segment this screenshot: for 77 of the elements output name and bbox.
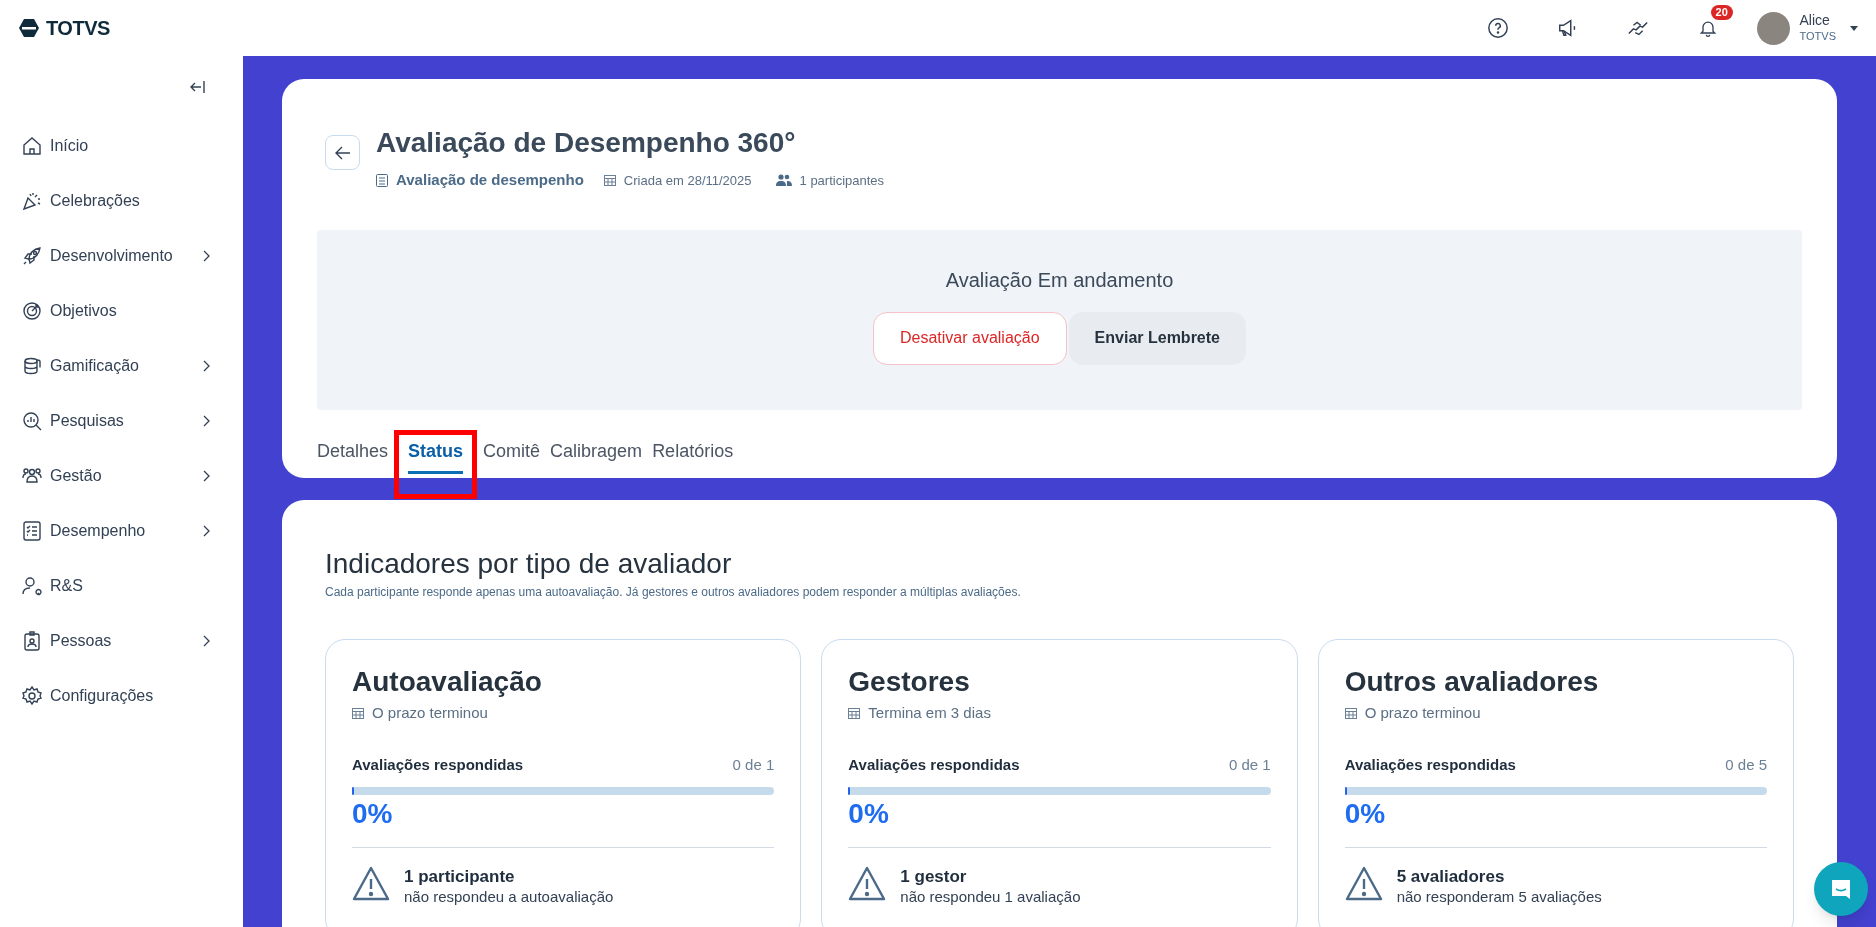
checklist-icon bbox=[22, 520, 42, 541]
deadline-text: Termina em 3 dias bbox=[868, 702, 991, 723]
progress-count: 0 de 1 bbox=[732, 755, 775, 775]
warning-title: 5 avaliadores bbox=[1396, 865, 1506, 888]
tab[interactable]: Calibragem bbox=[550, 437, 643, 474]
section-title: Indicadores por tipo de avaliador bbox=[325, 546, 733, 581]
progress-label: Avaliações respondidas bbox=[1344, 755, 1516, 775]
notification-count: 20 bbox=[1710, 5, 1733, 20]
sidebar-item[interactable]: Pesquisas bbox=[0, 393, 243, 448]
coin-stack-icon bbox=[22, 355, 42, 376]
status-title: Avaliação Em andamento bbox=[945, 267, 1174, 293]
user-search-icon bbox=[22, 575, 42, 596]
warning-text: não respondeu a autoavaliação bbox=[404, 887, 614, 906]
user-avatar[interactable] bbox=[1756, 11, 1790, 45]
warning-text: não respondeu 1 avaliação bbox=[900, 887, 1081, 906]
user-name: Alice bbox=[1799, 12, 1831, 30]
id-badge-icon bbox=[22, 630, 42, 651]
tab[interactable]: Comitê bbox=[483, 437, 541, 474]
progress-percent: 0% bbox=[1344, 796, 1387, 831]
evaluation-type: Avaliação de desempenho bbox=[396, 170, 584, 190]
warning-icon bbox=[848, 865, 887, 901]
arrow-left-icon bbox=[334, 145, 351, 160]
sidebar-item[interactable]: Configurações bbox=[0, 668, 243, 723]
tab[interactable]: Status bbox=[408, 437, 464, 474]
reminder-button[interactable]: Enviar Lembrete bbox=[1068, 311, 1246, 365]
back-button[interactable] bbox=[325, 135, 360, 170]
logo-icon bbox=[18, 17, 40, 39]
progress-label: Avaliações respondidas bbox=[352, 755, 524, 775]
progress-percent: 0% bbox=[352, 796, 394, 831]
warning-text: não responderam 5 avaliações bbox=[1396, 887, 1602, 906]
sidebar-item[interactable]: Gamificação bbox=[0, 338, 243, 393]
sidebar-item[interactable]: Objetivos bbox=[0, 283, 243, 338]
deadline-text: O prazo terminou bbox=[372, 702, 488, 723]
calendar-icon bbox=[603, 174, 616, 187]
progress-percent: 0% bbox=[848, 796, 890, 831]
sidebar-item[interactable]: Desempenho bbox=[0, 503, 243, 558]
people-icon bbox=[22, 465, 42, 486]
sidebar-item[interactable]: Pessoas bbox=[0, 613, 243, 668]
people-icon bbox=[775, 174, 792, 187]
rocket-icon bbox=[22, 245, 42, 266]
chat-icon bbox=[1829, 877, 1853, 901]
progress-label: Avaliações respondidas bbox=[848, 755, 1020, 775]
deactivate-button[interactable]: Desativar avaliação bbox=[873, 311, 1067, 365]
home-icon bbox=[22, 135, 42, 156]
calendar-icon bbox=[1344, 706, 1357, 719]
warning-icon bbox=[1344, 865, 1383, 901]
created-date: Criada em 28/11/2025 bbox=[623, 171, 752, 190]
page-title: Avaliação de Desempenho 360° bbox=[376, 126, 797, 160]
progress-count: 0 de 1 bbox=[1228, 755, 1271, 775]
logo-text: TOTVS bbox=[46, 16, 110, 41]
card-title: Outros avaliadores bbox=[1344, 664, 1600, 699]
target-icon bbox=[22, 300, 42, 321]
warning-title: 1 participante bbox=[404, 865, 516, 888]
sidebar-item[interactable]: Celebrações bbox=[0, 173, 243, 228]
calendar-icon bbox=[352, 706, 364, 719]
card-title: Gestores bbox=[848, 664, 971, 699]
sidebar-item[interactable]: Início bbox=[0, 118, 243, 173]
warning-title: 1 gestor bbox=[900, 865, 968, 888]
user-company: TOTVS bbox=[1799, 29, 1836, 44]
sidebar-item[interactable]: R&S bbox=[0, 558, 243, 613]
settings-icon bbox=[22, 685, 42, 706]
party-popper-icon bbox=[22, 190, 42, 211]
section-subtitle: Cada participante responde apenas uma autoavaliação. Já gestores e outros avaliadores podem responder a múltiplas avaliações. bbox=[325, 583, 1022, 601]
warning-icon bbox=[352, 865, 390, 901]
calendar-icon bbox=[848, 706, 861, 719]
participants-count: 1 participantes bbox=[799, 171, 885, 190]
deadline-text: O prazo terminou bbox=[1364, 702, 1481, 723]
tab[interactable]: Detalhes bbox=[317, 437, 389, 474]
checklist-icon bbox=[376, 173, 388, 187]
card-title: Autoavaliação bbox=[352, 664, 543, 699]
progress-count: 0 de 5 bbox=[1725, 755, 1767, 775]
caret-icon[interactable] bbox=[1850, 25, 1858, 31]
sidebar-item[interactable]: Desenvolvimento bbox=[0, 228, 243, 283]
magnifier-chart-icon bbox=[22, 410, 42, 431]
tab[interactable]: Relatórios bbox=[652, 437, 734, 474]
sidebar-item[interactable]: Gestão bbox=[0, 448, 243, 503]
collapse-icon[interactable] bbox=[189, 80, 205, 94]
